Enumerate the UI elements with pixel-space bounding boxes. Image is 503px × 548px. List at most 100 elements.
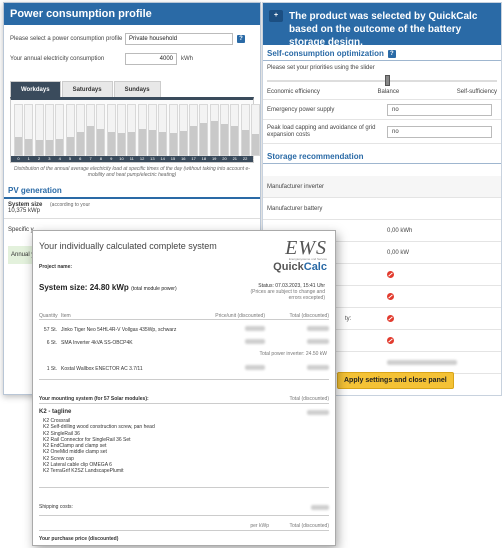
quickcalc-logo: QuickCalc xyxy=(273,261,327,273)
divider xyxy=(39,379,329,380)
footer-col-kwp: per kWp xyxy=(250,523,269,529)
product-selected-header: + The product was selected by QuickCalc … xyxy=(263,3,501,48)
mounting-name: K2 - tagline xyxy=(39,409,72,415)
divider xyxy=(39,487,329,488)
hour-bar[interactable] xyxy=(24,104,34,156)
slider-labels: Economic efficiency Balance Self-suffici… xyxy=(263,89,501,100)
hour-bar[interactable] xyxy=(34,104,44,156)
list-item: K2 Self-drilling wood construction screw… xyxy=(43,424,155,431)
help-icon[interactable]: ? xyxy=(237,35,245,43)
hour-tick-label: 15 xyxy=(170,156,176,161)
hour-tick-label: 6 xyxy=(79,156,82,161)
manufacturer-inverter-row: Manufacturer inverter xyxy=(263,176,501,198)
hour-bar[interactable] xyxy=(14,104,23,156)
hour-bar-fill xyxy=(15,136,22,155)
blurred-total xyxy=(311,504,329,510)
hour-tick-label: 5 xyxy=(68,156,72,161)
hour-bar[interactable] xyxy=(240,104,250,156)
hour-bar[interactable] xyxy=(147,104,157,156)
hour-bar[interactable] xyxy=(168,104,178,156)
item-qty: 1 St. xyxy=(46,365,57,372)
hour-bar-fill xyxy=(190,126,198,155)
pv-generation-title: PV generation xyxy=(4,182,260,199)
item-row: 57 St. Jinko Tiger Neo 54HL4R-V Vollgas … xyxy=(39,326,329,333)
consumption-profile-row: Please select a power consumption profil… xyxy=(4,29,260,49)
tab-saturdays[interactable]: Saturdays xyxy=(61,81,113,97)
system-size-row: System size (according to your 10,375 kW… xyxy=(4,199,260,214)
hour-bar[interactable] xyxy=(158,104,168,156)
status-block: Status: 07.03.2023, 15:41 Uhr (Prices ar… xyxy=(245,283,326,301)
hour-bar[interactable] xyxy=(209,104,219,156)
hour-bar[interactable] xyxy=(250,104,260,156)
help-icon[interactable]: ? xyxy=(387,49,396,58)
hour-tick-label: 3 xyxy=(48,156,51,161)
priority-slider[interactable] xyxy=(267,73,497,89)
footer-header: per kWp Total (discounted) xyxy=(39,523,329,529)
hour-tick-label: 19 xyxy=(211,156,217,161)
hour-tick-label: 17 xyxy=(191,156,196,161)
slider-mid-label: Balance xyxy=(377,89,400,95)
hour-bar[interactable] xyxy=(86,104,96,156)
hour-bar[interactable] xyxy=(189,104,199,156)
shipping-row: Shipping costs: xyxy=(39,504,329,510)
hour-tick-label: 11 xyxy=(129,156,134,161)
item-qty: 57 St. xyxy=(43,326,57,333)
apply-button-label[interactable]: Apply settings and close panel xyxy=(337,372,454,389)
slider-left-label: Economic efficiency xyxy=(267,89,320,95)
hour-bar-fill xyxy=(45,140,53,155)
consumption-profile-select[interactable]: Private household xyxy=(125,33,233,45)
hour-bar[interactable] xyxy=(55,104,65,156)
blurred-price xyxy=(245,326,265,331)
shipping-label: Shipping costs: xyxy=(39,504,73,510)
hour-bar-fill xyxy=(128,131,136,155)
hour-bar-fill xyxy=(35,140,43,155)
load-profile-chart[interactable]: 0 1 2 3 4 5 6 7 8 9 10 11 12 13 14 15 16 17 18 19 20 21 22 23 xyxy=(10,97,260,163)
hour-tick-label: 10 xyxy=(119,156,124,161)
hour-tick-label: 23 xyxy=(253,156,258,161)
hour-tick-label: 21 xyxy=(232,156,238,161)
hour-bar[interactable] xyxy=(199,104,209,156)
hour-bar-fill xyxy=(241,130,249,155)
not-available-icon xyxy=(387,293,394,300)
item-name: SMA Inverter 4kVA SS-OBCP4K xyxy=(61,339,133,346)
day-type-tabs: Workdays Saturdays Sundays xyxy=(10,81,254,97)
peak-load-select[interactable]: no xyxy=(387,125,492,138)
annual-consumption-input[interactable]: 4000 xyxy=(125,53,177,65)
tab-workdays[interactable]: Workdays xyxy=(10,81,61,97)
hour-tick-label: 18 xyxy=(201,156,207,161)
plus-icon: + xyxy=(269,10,283,22)
hour-axis: 0 1 2 3 4 5 6 7 8 9 10 11 12 13 14 15 16 17 18 19 20 21 22 23 xyxy=(11,156,258,162)
hour-bar[interactable] xyxy=(220,104,229,156)
hour-bar[interactable] xyxy=(137,104,147,156)
apply-settings-button[interactable]: Apply settings and close panel xyxy=(337,369,454,389)
hour-bar[interactable] xyxy=(44,104,54,156)
emergency-power-select[interactable]: no xyxy=(387,103,492,116)
peak-load-row: Peak load capping and avoidance of grid … xyxy=(263,120,501,144)
hour-bar[interactable] xyxy=(96,104,106,156)
hour-tick-label: 16 xyxy=(181,156,186,161)
system-size-value: 10,375 kWp xyxy=(8,208,41,214)
slider-handle[interactable] xyxy=(385,75,390,86)
blurred-price xyxy=(245,339,265,344)
tab-sundays[interactable]: Sundays xyxy=(113,81,161,97)
manufacturer-inverter-label: Manufacturer inverter xyxy=(267,183,325,190)
hour-bar[interactable] xyxy=(117,104,126,156)
hour-bar[interactable] xyxy=(178,104,188,156)
hour-bar-fill xyxy=(118,133,125,155)
chart-note: Distribution of the annual average elect… xyxy=(14,166,250,178)
blurred-total xyxy=(307,326,329,331)
hour-bar-fill xyxy=(107,131,115,155)
blurred-total xyxy=(307,339,329,344)
hour-bar[interactable] xyxy=(75,104,85,156)
blurred-total xyxy=(307,365,329,370)
hour-bar[interactable] xyxy=(230,104,240,156)
hour-bar[interactable] xyxy=(106,104,116,156)
capacity-value: 0,00 kWh xyxy=(387,227,413,234)
hour-bar[interactable] xyxy=(127,104,137,156)
complete-system-document: Your individually calculated complete sy… xyxy=(32,230,336,546)
item-name: Kostal Wallbox ENECTOR AC 3.7/11 xyxy=(61,365,143,372)
hour-bar[interactable] xyxy=(65,104,75,156)
divider xyxy=(39,530,329,531)
mounting-total-label: Total (discounted) xyxy=(289,396,329,402)
hour-bar-fill xyxy=(97,129,105,155)
